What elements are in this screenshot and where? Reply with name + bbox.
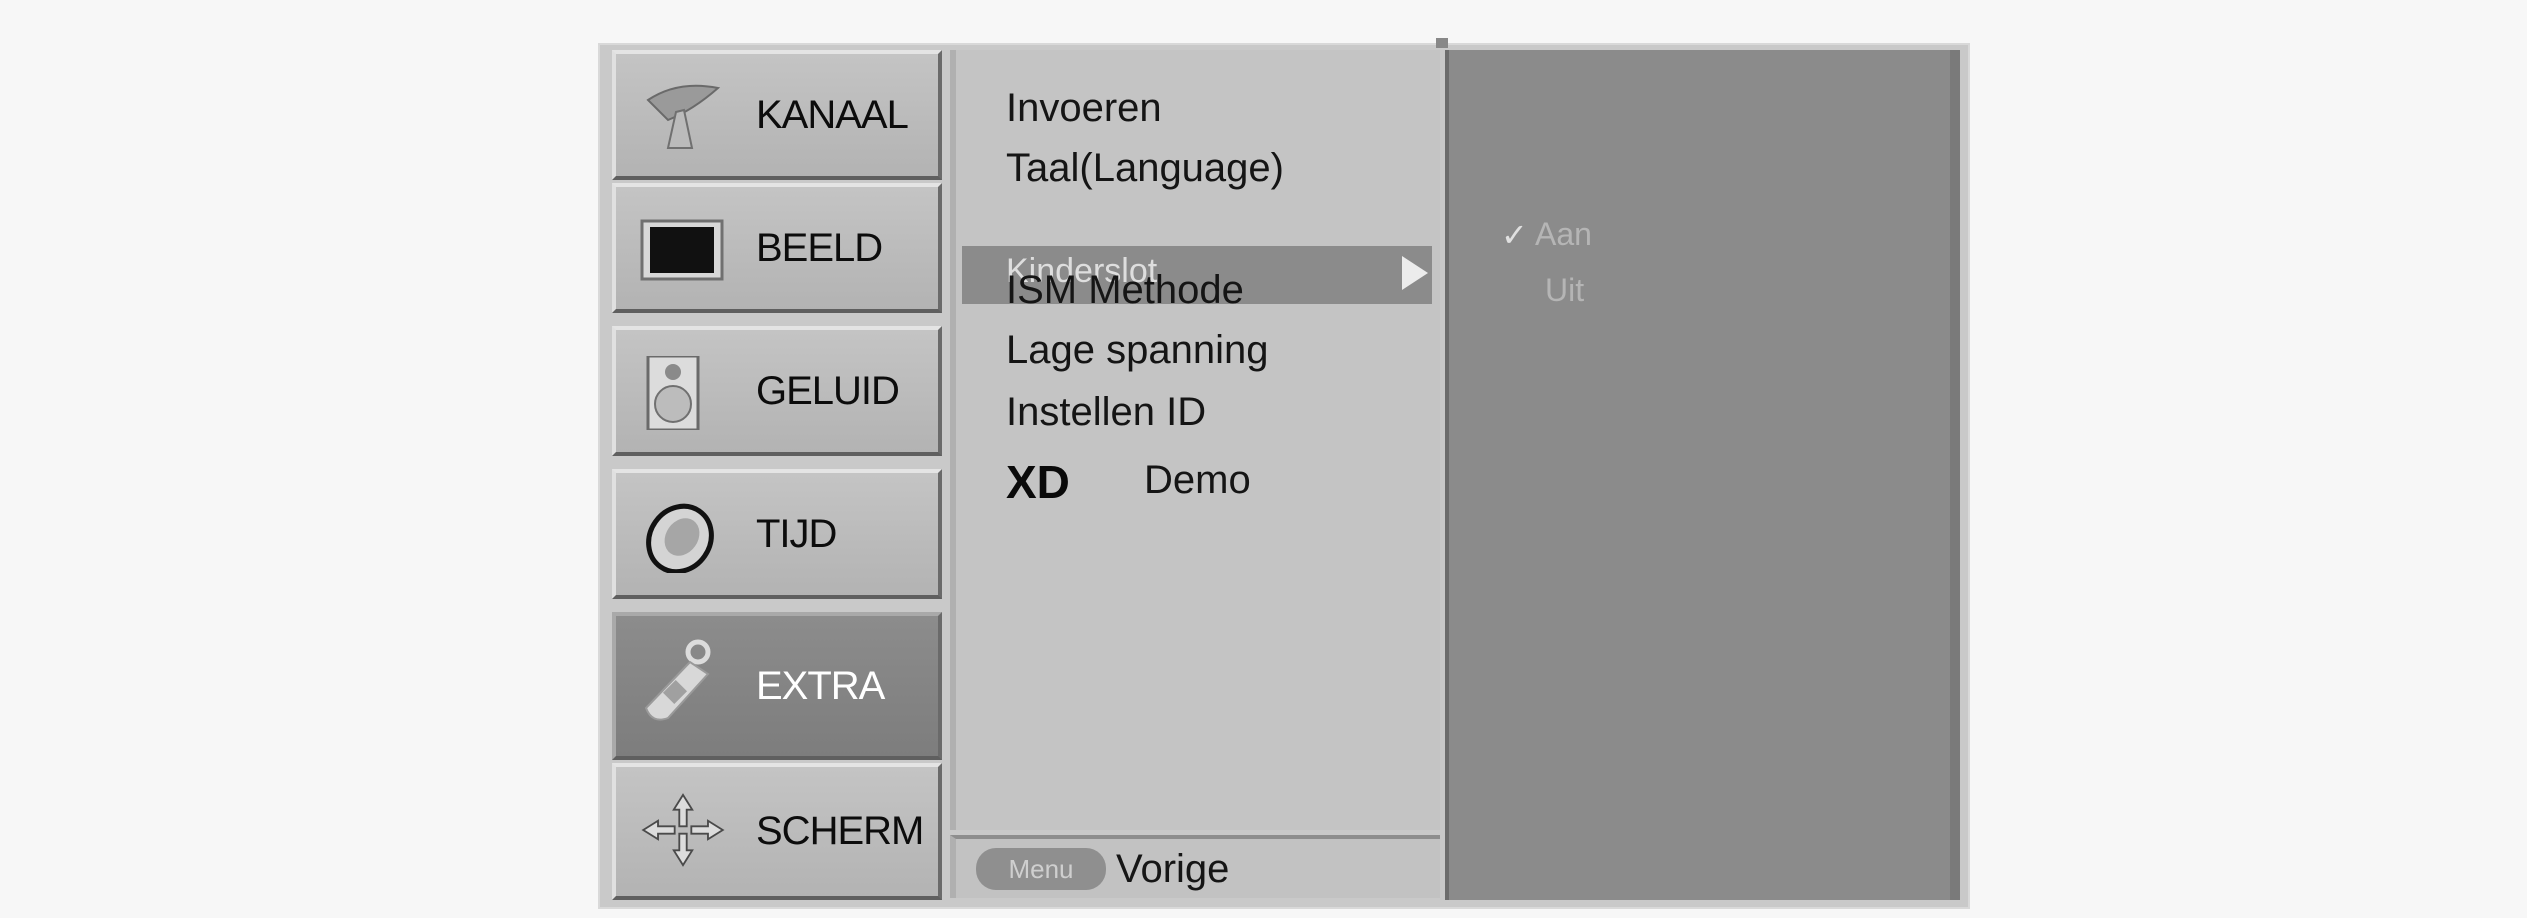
category-label: BEELD (756, 225, 883, 270)
category-label: GELUID (756, 368, 900, 413)
xd-logo-text: XD (1006, 458, 1070, 504)
submenu-item-instellen-id[interactable]: Instellen ID (1006, 390, 1206, 435)
submenu-arrow-icon (1402, 256, 1428, 290)
category-label: SCHERM (756, 809, 924, 853)
menu-button[interactable]: Menu (976, 848, 1106, 890)
category-geluid[interactable]: GELUID (612, 326, 942, 456)
category-kanaal[interactable]: KANAAL (612, 50, 942, 180)
submenu-item-ism-methode[interactable]: ISM Methode (1006, 268, 1244, 313)
submenu-item-invoeren[interactable]: Invoeren (1006, 86, 1162, 131)
back-label: Vorige (1116, 847, 1230, 891)
key-tag-icon (644, 639, 711, 721)
speaker-icon (646, 356, 700, 430)
submenu-item-taal[interactable]: Taal(Language) (1006, 146, 1284, 191)
submenu-footer: Menu Vorige (950, 835, 1440, 898)
tv-screen-icon (640, 219, 724, 281)
arrows-move-icon (641, 793, 725, 867)
option-uit[interactable]: Uit (1545, 272, 1584, 309)
category-scherm[interactable]: SCHERM (612, 763, 942, 900)
satellite-dish-icon (646, 84, 721, 149)
category-label: TIJD (756, 511, 837, 556)
category-extra[interactable]: EXTRA (612, 612, 942, 760)
xd-logo-icon: XD (1006, 458, 1070, 504)
submenu-item-label: Demo (1144, 458, 1251, 502)
submenu-panel: Invoeren Taal(Language) Kinderslot ISM M… (950, 50, 1440, 830)
submenu-item-lage-spanning[interactable]: Lage spanning (1006, 328, 1268, 373)
option-aan[interactable]: Aan (1535, 216, 1592, 253)
options-panel: ✓ Aan Uit (1445, 50, 1960, 900)
category-label: KANAAL (756, 92, 909, 137)
category-label: EXTRA (756, 663, 885, 708)
category-column: KANAAL BEELD GELUID TIJD EXTRA SCHERM (612, 50, 942, 900)
clock-icon (646, 503, 714, 573)
divider-notch (1436, 38, 1448, 48)
check-icon: ✓ (1501, 217, 1528, 253)
category-beeld[interactable]: BEELD (612, 183, 942, 313)
category-tijd[interactable]: TIJD (612, 469, 942, 599)
